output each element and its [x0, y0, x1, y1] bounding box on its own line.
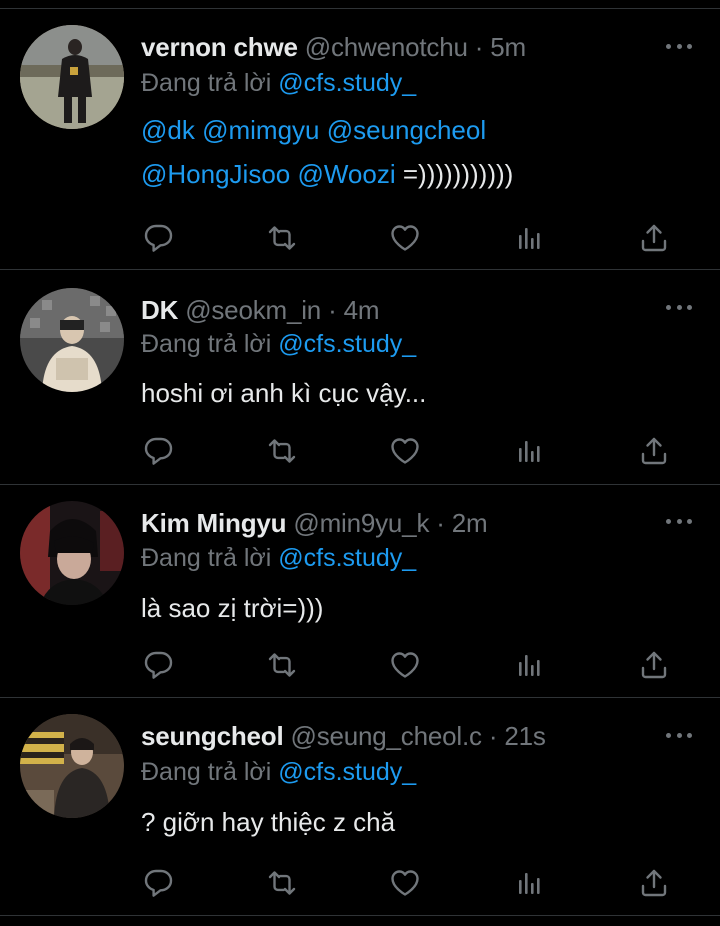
- share-icon[interactable]: [636, 433, 672, 469]
- replying-mention[interactable]: @cfs.study_: [278, 544, 416, 572]
- retweet-icon[interactable]: [264, 220, 300, 256]
- replying-label: Đang trả lời: [141, 330, 279, 358]
- display-name[interactable]: Kim Mingyu: [141, 508, 287, 538]
- views-icon[interactable]: [512, 220, 548, 256]
- share-icon[interactable]: [636, 865, 672, 901]
- replying-to: Đang trả lời @cfs.study_: [141, 756, 416, 788]
- tweet-header: seungcheol @seung_cheol.c · 21s: [141, 720, 546, 752]
- tweet-dk[interactable]: DK @seokm_in · 4m Đang trả lời @cfs.stud…: [0, 270, 720, 485]
- tweet-header: Kim Mingyu @min9yu_k · 2m: [141, 507, 488, 539]
- user-handle[interactable]: @min9yu_k: [293, 508, 429, 538]
- timestamp[interactable]: 4m: [344, 295, 380, 325]
- avatar[interactable]: [20, 714, 124, 818]
- more-icon[interactable]: [666, 41, 692, 51]
- tweet-vernon[interactable]: vernon chwe @chwenotchu · 5m Đang trả lờ…: [0, 9, 720, 270]
- reply-icon[interactable]: [140, 220, 176, 256]
- retweet-icon[interactable]: [264, 433, 300, 469]
- action-bar: [140, 865, 680, 901]
- tweet-header: DK @seokm_in · 4m: [141, 294, 380, 326]
- replying-mention[interactable]: @cfs.study_: [278, 330, 416, 358]
- display-name[interactable]: seungcheol: [141, 721, 284, 751]
- body-mentions-line[interactable]: @dk @mimgyu @seungcheol: [141, 108, 513, 152]
- tweet-seungcheol[interactable]: seungcheol @seung_cheol.c · 21s Đang trả…: [0, 698, 720, 916]
- user-handle[interactable]: @chwenotchu: [305, 32, 468, 62]
- tweet-body: hoshi ơi anh kì cục vậy...: [141, 378, 427, 408]
- timestamp[interactable]: 21s: [504, 721, 546, 751]
- body-line-2: @HongJisoo @Woozi =))))))))))): [141, 152, 513, 196]
- replying-to: Đang trả lời @cfs.study_: [141, 542, 416, 574]
- avatar[interactable]: [20, 288, 124, 392]
- views-icon[interactable]: [512, 865, 548, 901]
- heart-icon[interactable]: [387, 220, 423, 256]
- body-mentions[interactable]: @HongJisoo @Woozi: [141, 159, 396, 189]
- more-icon[interactable]: [666, 302, 692, 312]
- reply-icon[interactable]: [140, 865, 176, 901]
- display-name[interactable]: DK: [141, 295, 178, 325]
- action-bar: [140, 647, 680, 683]
- heart-icon[interactable]: [387, 865, 423, 901]
- replying-label: Đang trả lời: [141, 544, 279, 572]
- separator-dot: ·: [488, 721, 498, 751]
- tweet-mingyu[interactable]: Kim Mingyu @min9yu_k · 2m Đang trả lời @…: [0, 485, 720, 698]
- avatar[interactable]: [20, 25, 124, 129]
- display-name[interactable]: vernon chwe: [141, 32, 298, 62]
- reply-feed: vernon chwe @chwenotchu · 5m Đang trả lờ…: [0, 0, 720, 926]
- action-bar: [140, 433, 680, 469]
- tweet-body: là sao zị trời=))): [141, 593, 324, 623]
- retweet-icon[interactable]: [264, 647, 300, 683]
- separator-dot: ·: [474, 32, 484, 62]
- avatar[interactable]: [20, 501, 124, 605]
- replying-to: Đang trả lời @cfs.study_: [141, 328, 416, 360]
- timestamp[interactable]: 5m: [490, 32, 526, 62]
- heart-icon[interactable]: [387, 433, 423, 469]
- views-icon[interactable]: [512, 433, 548, 469]
- share-icon[interactable]: [636, 647, 672, 683]
- replying-label: Đang trả lời: [141, 69, 279, 97]
- user-handle[interactable]: @seokm_in: [185, 295, 321, 325]
- action-bar: [140, 220, 680, 256]
- tweet-body: ? giỡn hay thiệc z chă: [141, 807, 396, 837]
- more-icon[interactable]: [666, 730, 692, 740]
- body-text: =))))))))))): [395, 159, 514, 189]
- views-icon[interactable]: [512, 647, 548, 683]
- more-icon[interactable]: [666, 516, 692, 526]
- separator-dot: ·: [328, 295, 337, 325]
- tweet-header: vernon chwe @chwenotchu · 5m: [141, 31, 526, 63]
- replying-mention[interactable]: @cfs.study_: [278, 69, 416, 97]
- retweet-icon[interactable]: [264, 865, 300, 901]
- replying-label: Đang trả lời: [141, 758, 279, 786]
- replying-mention[interactable]: @cfs.study_: [278, 758, 416, 786]
- heart-icon[interactable]: [387, 647, 423, 683]
- tweet-body: @dk @mimgyu @seungcheol @HongJisoo @Wooz…: [141, 108, 513, 196]
- reply-icon[interactable]: [140, 433, 176, 469]
- share-icon[interactable]: [636, 220, 672, 256]
- replying-to: Đang trả lời @cfs.study_: [141, 67, 416, 99]
- user-handle[interactable]: @seung_cheol.c: [291, 721, 482, 751]
- reply-icon[interactable]: [140, 647, 176, 683]
- timestamp[interactable]: 2m: [452, 508, 488, 538]
- separator-dot: ·: [436, 508, 445, 538]
